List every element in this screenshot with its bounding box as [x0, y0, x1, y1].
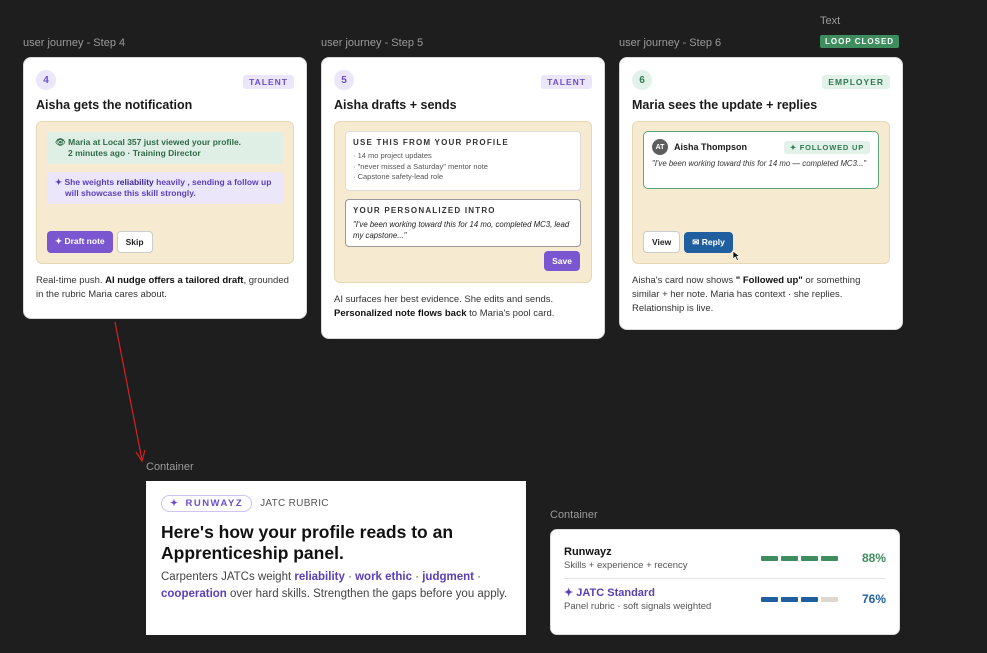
- score-bar: [761, 596, 838, 602]
- frame-label-container1: Container: [146, 461, 194, 473]
- score-bar-segment: [821, 596, 838, 602]
- sparkle-icon: ✦: [170, 498, 180, 509]
- score-bar-segment: [761, 596, 778, 602]
- score-bar-segment: [801, 555, 818, 561]
- score-bar: [761, 555, 838, 561]
- score-bar-segment: [821, 555, 838, 561]
- score-bar-segment: [781, 596, 798, 602]
- score-bar-segment: [781, 555, 798, 561]
- score-row: ✦ JATC Standard Panel rubric · soft sign…: [564, 579, 886, 619]
- score-description: Panel rubric · soft signals weighted: [564, 601, 712, 612]
- score-description: Skills + experience + recency: [564, 559, 688, 571]
- score-value: 76%: [861, 592, 886, 606]
- score-row: Runwayz Skills + experience + recency 88…: [564, 538, 886, 578]
- score-value: 88%: [861, 551, 886, 565]
- rubric-subtitle: JATC RUBRIC: [260, 498, 329, 509]
- frame-label-container2: Container: [550, 509, 598, 521]
- brand-pill: ✦ RUNWAYZ: [161, 495, 253, 512]
- score-name: Runwayz: [564, 545, 612, 558]
- score-bar-segment: [801, 596, 818, 602]
- rubric-body: Carpenters JATCs weight reliability · wo…: [161, 571, 508, 600]
- score-name: ✦ JATC Standard: [564, 587, 655, 599]
- jatc-rubric-container: ✦ RUNWAYZ JATC RUBRIC Here's how your pro…: [146, 481, 526, 635]
- rubric-title: Here's how your profile reads to an Appr…: [161, 522, 454, 563]
- score-bar-segment: [761, 555, 778, 561]
- score-comparison-container: Runwayz Skills + experience + recency 88…: [550, 529, 900, 635]
